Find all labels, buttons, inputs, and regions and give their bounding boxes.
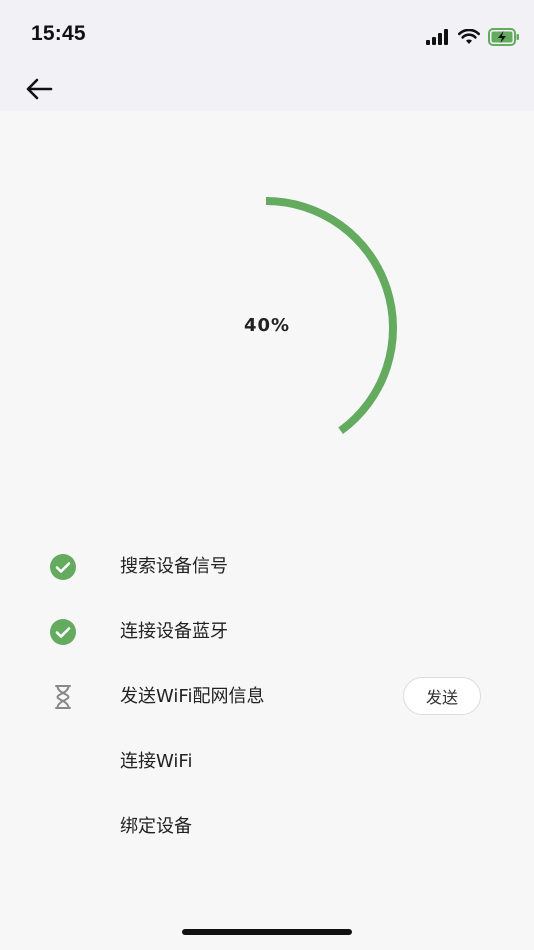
- progress-percent: 40%: [243, 315, 291, 336]
- list-item: 搜索设备信号: [0, 534, 534, 599]
- arrow-left-icon: [26, 78, 53, 100]
- list-item: 连接设备蓝牙: [0, 599, 534, 664]
- step-list: 搜索设备信号 连接设备蓝牙 发送WiFi配网信息 连接WiFi 绑定设备 发送: [0, 534, 534, 859]
- back-button[interactable]: [22, 72, 56, 106]
- step-label: 发送WiFi配网信息: [120, 686, 265, 707]
- send-button[interactable]: 发送: [403, 677, 481, 715]
- top-bar: 15:45: [0, 0, 534, 111]
- hourglass-icon: [50, 684, 76, 710]
- list-item: 绑定设备: [0, 794, 534, 859]
- step-label: 绑定设备: [120, 816, 192, 837]
- status-icons: [426, 26, 520, 48]
- check-circle-icon: [50, 554, 76, 580]
- check-circle-icon: [50, 619, 76, 645]
- step-label: 搜索设备信号: [120, 556, 228, 577]
- signal-icon: [426, 29, 448, 45]
- status-time: 15:45: [31, 22, 86, 45]
- home-indicator[interactable]: [182, 929, 352, 935]
- step-label: 连接WiFi: [120, 751, 193, 772]
- battery-charging-icon: [488, 28, 519, 46]
- progress-section: 40%: [0, 111, 534, 541]
- step-label: 连接设备蓝牙: [120, 621, 228, 642]
- list-item: 连接WiFi: [0, 729, 534, 794]
- wifi-icon: [458, 29, 480, 44]
